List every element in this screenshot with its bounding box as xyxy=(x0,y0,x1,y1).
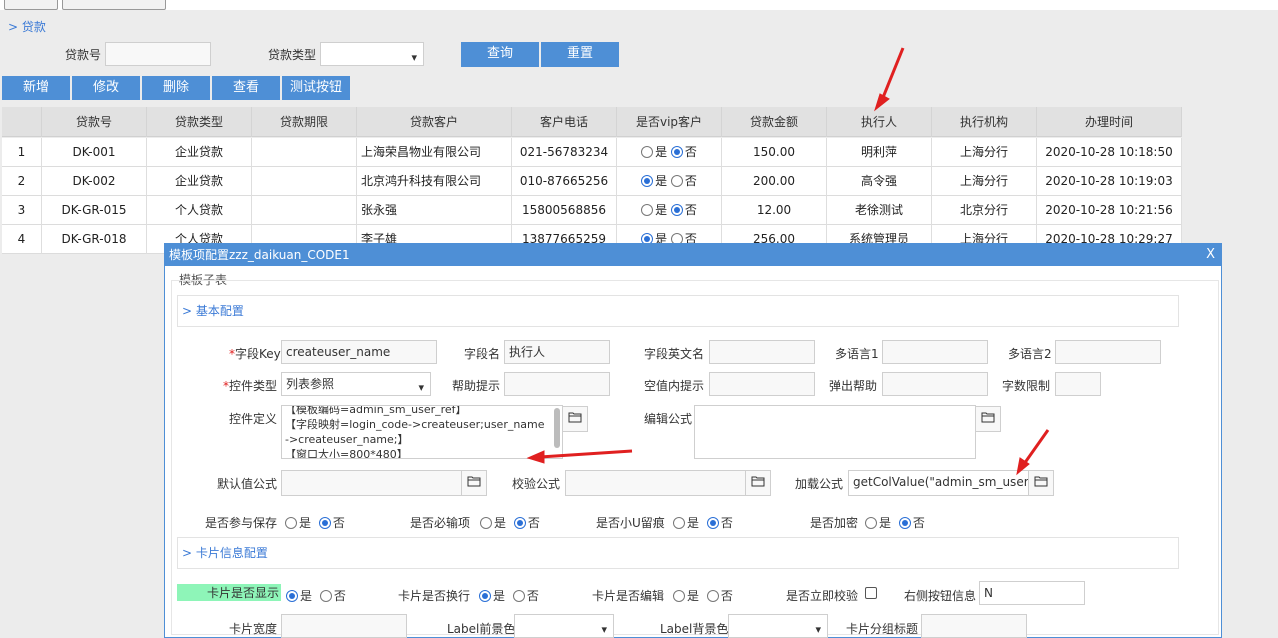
arrow-load-formula-icon xyxy=(1022,429,1050,465)
annotation-arrows xyxy=(526,47,1050,476)
arrow-control-def-icon xyxy=(539,449,633,459)
arrow-executor-head xyxy=(874,93,890,112)
arrow-control-def-head xyxy=(526,450,545,464)
arrow-executor-icon xyxy=(880,47,905,101)
